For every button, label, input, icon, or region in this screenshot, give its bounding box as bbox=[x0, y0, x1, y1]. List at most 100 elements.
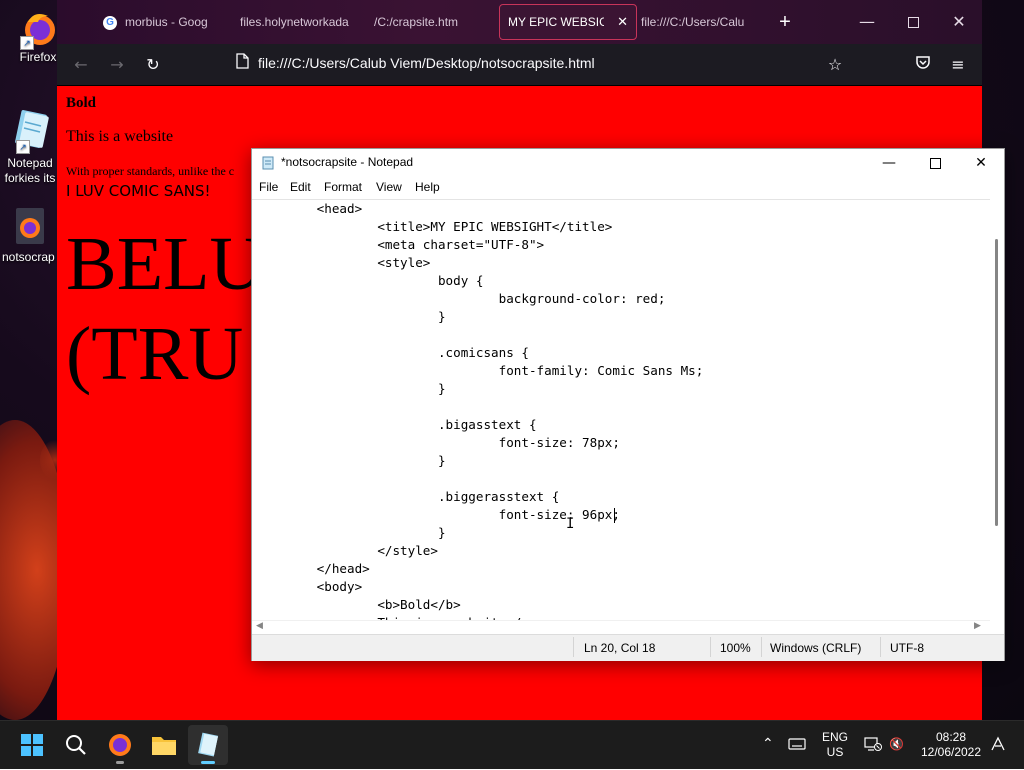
page-big-text-1: BELU bbox=[66, 222, 265, 306]
notepad-icon: ↗ bbox=[8, 108, 52, 154]
tab-label: /C:/crapsite.htm bbox=[374, 15, 459, 29]
desktop-icon-notepad[interactable]: ↗ Notepad forkies its bbox=[2, 108, 58, 186]
volume-muted-icon[interactable]: 🔇 bbox=[889, 737, 904, 751]
horizontal-scrollbar[interactable]: ◀ ▶ bbox=[252, 620, 990, 635]
page-comic-sans-text: I LUV COMIC SANS! bbox=[66, 182, 211, 200]
menu-file[interactable]: File bbox=[259, 180, 278, 194]
tab-label: files.holynetworkada bbox=[240, 15, 349, 29]
notepad-minimize-button[interactable]: — bbox=[866, 149, 912, 177]
tab-close-icon[interactable]: ✕ bbox=[617, 5, 628, 39]
menu-edit[interactable]: Edit bbox=[290, 180, 311, 194]
status-zoom: 100% bbox=[720, 641, 751, 655]
notepad-menubar: File Edit Format View Help bbox=[252, 177, 1004, 199]
windows-logo-icon bbox=[21, 734, 43, 756]
scroll-left-icon[interactable]: ◀ bbox=[256, 621, 263, 631]
bookmark-star-icon[interactable]: ☆ bbox=[822, 52, 848, 78]
tab-label: morbius - Goog bbox=[125, 15, 208, 29]
vertical-scroll-thumb[interactable] bbox=[995, 239, 998, 526]
tab-label: file:///C:/Users/Calu bbox=[641, 15, 745, 29]
show-hidden-icons-chevron-icon[interactable]: ⌃ bbox=[762, 735, 774, 752]
maximize-button[interactable] bbox=[890, 0, 936, 44]
shortcut-arrow-icon: ↗ bbox=[16, 140, 30, 154]
status-divider bbox=[573, 637, 574, 657]
tab-file-users[interactable]: file:///C:/Users/Calu bbox=[641, 4, 759, 40]
notepad-icon bbox=[261, 155, 275, 170]
desktop-icon-notsocrapsite[interactable]: notsocrap bbox=[2, 208, 58, 265]
desktop: ↗ Firefox ↗ Notepad forkies its notsocra… bbox=[0, 0, 1024, 720]
shortcut-arrow-icon: ↗ bbox=[20, 36, 34, 50]
running-indicator bbox=[116, 761, 124, 764]
firefox-icon: ↗ bbox=[18, 8, 58, 50]
notepad-window: *notsocrapsite - Notepad — ✕ File Edit F… bbox=[251, 148, 1005, 661]
menu-icon[interactable]: ≡ bbox=[945, 52, 971, 78]
taskbar: ⌃ ENG US 🔇 08:28 12/06/2022 bbox=[0, 720, 1024, 769]
menu-view[interactable]: View bbox=[376, 180, 402, 194]
desktop-icon-label: notsocrap bbox=[2, 250, 55, 264]
tab-morbius[interactable]: Gmorbius - Goog bbox=[103, 4, 223, 40]
firefox-icon bbox=[109, 734, 131, 756]
folder-icon bbox=[152, 737, 176, 755]
forward-button[interactable]: → bbox=[104, 52, 130, 78]
html-file-icon bbox=[10, 208, 50, 248]
maximize-icon bbox=[907, 17, 919, 28]
taskbar-notepad[interactable] bbox=[188, 725, 228, 765]
reload-button[interactable]: ↻ bbox=[140, 52, 166, 78]
page-line-website: This is a website bbox=[66, 128, 174, 145]
tab-my-epic-websigh[interactable]: MY EPIC WEBSIGH ✕ bbox=[499, 4, 637, 40]
status-divider bbox=[710, 637, 711, 657]
active-indicator bbox=[201, 761, 215, 764]
desktop-icon-label: forkies its bbox=[4, 171, 56, 185]
language-code: ENG bbox=[821, 730, 848, 744]
page-big-text-2: (TRU bbox=[66, 312, 244, 396]
search-button[interactable] bbox=[56, 725, 96, 765]
page-bold-text: Bold bbox=[66, 95, 97, 111]
url-bar[interactable]: file:///C:/Users/Calub Viem/Desktop/nots… bbox=[258, 55, 595, 71]
status-cursor-position: Ln 20, Col 18 bbox=[584, 641, 656, 655]
status-divider bbox=[880, 637, 881, 657]
ibeam-pointer-icon: I bbox=[566, 516, 575, 532]
google-icon: G bbox=[103, 15, 117, 30]
notepad-icon bbox=[198, 732, 219, 757]
notepad-title: *notsocrapsite - Notepad bbox=[281, 155, 414, 169]
back-button[interactable]: ← bbox=[68, 52, 94, 78]
status-line-endings: Windows (CRLF) bbox=[770, 641, 862, 655]
region-code: US bbox=[826, 745, 844, 759]
code-text: <head> <title>MY EPIC WEBSIGHT</title> <… bbox=[316, 201, 704, 621]
network-disconnected-icon[interactable] bbox=[864, 736, 882, 755]
new-tab-button[interactable]: + bbox=[775, 4, 795, 40]
page-info-icon[interactable] bbox=[229, 52, 255, 78]
notepad-statusbar: Ln 20, Col 18 100% Windows (CRLF) UTF-8 bbox=[252, 634, 1004, 661]
taskbar-file-explorer[interactable] bbox=[144, 725, 184, 765]
minimize-button[interactable]: — bbox=[844, 0, 890, 44]
text-cursor bbox=[614, 508, 615, 523]
notepad-close-button[interactable]: ✕ bbox=[958, 149, 1004, 177]
status-encoding: UTF-8 bbox=[890, 641, 924, 655]
maximize-icon bbox=[929, 157, 941, 169]
notepad-maximize-button[interactable] bbox=[912, 149, 958, 177]
clock-date: 12/06/2022 bbox=[920, 745, 982, 759]
clock[interactable]: 08:28 12/06/2022 bbox=[916, 730, 986, 760]
navigation-bar: ← → ↻ file:///C:/Users/Calub Viem/Deskto… bbox=[57, 44, 982, 86]
notepad-titlebar: *notsocrapsite - Notepad — ✕ bbox=[252, 149, 1004, 177]
pocket-icon[interactable] bbox=[910, 52, 936, 78]
tab-files-holynetwork[interactable]: files.holynetworkada bbox=[240, 4, 356, 40]
keyboard-icon[interactable] bbox=[788, 737, 806, 754]
tab-crapsite[interactable]: /C:/crapsite.htm bbox=[374, 4, 486, 40]
desktop-icon-label: Notepad bbox=[7, 156, 53, 170]
taskbar-firefox[interactable] bbox=[100, 725, 140, 765]
search-icon bbox=[66, 735, 86, 755]
notepad-text-area[interactable]: <head> <title>MY EPIC WEBSIGHT</title> <… bbox=[252, 199, 990, 621]
close-button[interactable]: ✕ bbox=[936, 0, 982, 44]
vertical-scrollbar[interactable] bbox=[990, 199, 1004, 620]
scroll-right-icon[interactable]: ▶ bbox=[974, 621, 981, 631]
clock-time: 08:28 bbox=[935, 730, 967, 744]
status-divider bbox=[761, 637, 762, 657]
notifications-icon[interactable] bbox=[990, 736, 1006, 755]
language-indicator[interactable]: ENG US bbox=[818, 730, 852, 760]
start-button[interactable] bbox=[12, 725, 52, 765]
page-line-standards: With proper standards, unlike the c bbox=[66, 164, 235, 178]
tab-bar: Gmorbius - Goog files.holynetworkada /C:… bbox=[57, 0, 982, 44]
tab-label: MY EPIC WEBSIGH bbox=[508, 15, 604, 29]
menu-format[interactable]: Format bbox=[324, 180, 362, 194]
menu-help[interactable]: Help bbox=[415, 180, 440, 194]
